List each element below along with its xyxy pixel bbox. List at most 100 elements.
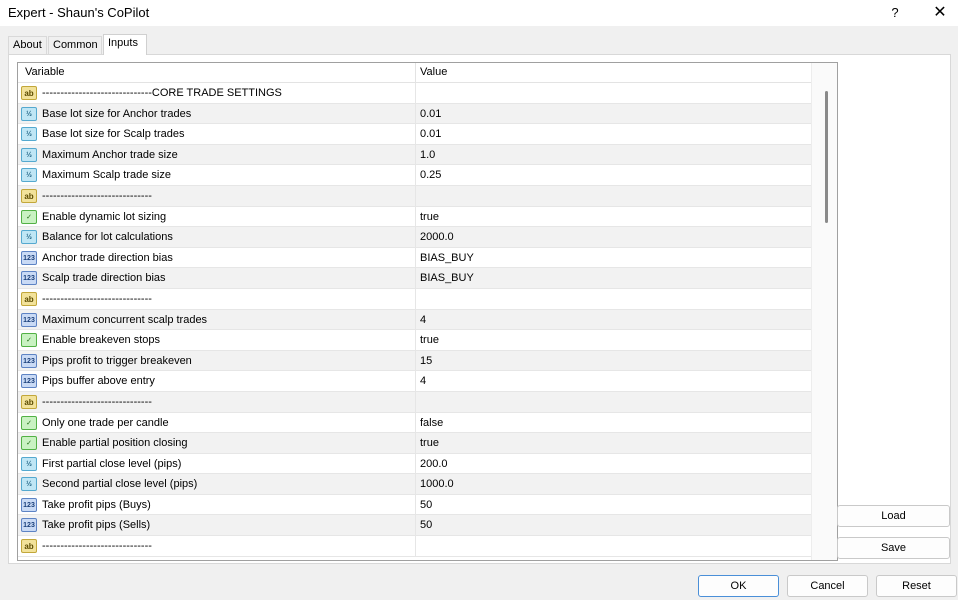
tab-inputs[interactable]: Inputs [103, 34, 147, 55]
variable-name: Only one trade per candle [42, 416, 169, 429]
column-divider [415, 330, 416, 351]
variable-name: ------------------------------ [42, 189, 152, 202]
column-divider [415, 515, 416, 536]
variable-value[interactable]: 4 [420, 375, 426, 387]
table-row[interactable]: ab ------------------------------CORE TRA… [18, 83, 811, 104]
column-divider [415, 144, 416, 165]
table-row[interactable]: ½ First partial close level (pips) 200.0 [18, 453, 811, 475]
column-divider [415, 185, 416, 206]
table-row[interactable]: ab ------------------------------ [18, 536, 811, 557]
close-icon[interactable]: ✕ [928, 2, 952, 24]
save-button[interactable]: Save [837, 537, 950, 559]
table-row[interactable]: ab ------------------------------ [18, 391, 811, 413]
inputs-grid: Variable Value ab -----------------------… [17, 62, 838, 561]
table-row[interactable]: 123 Pips profit to trigger breakeven 15 [18, 350, 811, 372]
integer-type-icon: 123 [21, 271, 37, 286]
column-divider [415, 536, 416, 557]
header-value[interactable]: Value [420, 66, 447, 78]
variable-name: Enable dynamic lot sizing [42, 210, 167, 223]
table-row[interactable]: 123 Scalp trade direction bias BIAS_BUY [18, 268, 811, 289]
column-divider [415, 227, 416, 248]
load-button[interactable]: Load [837, 505, 950, 527]
header-divider[interactable] [415, 63, 416, 83]
column-divider [415, 288, 416, 309]
variable-value[interactable]: false [420, 417, 443, 429]
column-divider [415, 124, 416, 145]
table-row[interactable]: ✓ Only one trade per candle false [18, 412, 811, 434]
column-divider [415, 268, 416, 289]
variable-value[interactable]: 0.01 [420, 128, 441, 140]
integer-type-icon: 123 [21, 250, 37, 265]
variable-value[interactable]: 4 [420, 314, 426, 326]
table-row[interactable]: ½ Base lot size for Scalp trades 0.01 [18, 124, 811, 145]
cancel-button[interactable]: Cancel [787, 575, 868, 597]
window-title: Expert - Shaun's CoPilot [8, 5, 150, 20]
string-type-icon: ab [21, 86, 37, 100]
variable-value[interactable]: 50 [420, 519, 432, 531]
integer-type-icon: 123 [21, 353, 37, 368]
variable-value[interactable]: BIAS_BUY [420, 272, 474, 284]
grid-rows: ab ------------------------------CORE TRA… [18, 83, 811, 557]
variable-value[interactable]: 15 [420, 355, 432, 367]
ok-button[interactable]: OK [698, 575, 779, 597]
integer-type-icon: 123 [21, 518, 37, 533]
variable-value[interactable]: BIAS_BUY [420, 252, 474, 264]
column-divider [415, 247, 416, 268]
variable-value[interactable]: true [420, 437, 439, 449]
table-row[interactable]: ✓ Enable breakeven stops true [18, 330, 811, 351]
table-row[interactable]: ab ------------------------------ [18, 185, 811, 207]
table-row[interactable]: ½ Base lot size for Anchor trades 0.01 [18, 103, 811, 125]
variable-value[interactable]: true [420, 211, 439, 223]
table-row[interactable]: ½ Maximum Anchor trade size 1.0 [18, 144, 811, 166]
integer-type-icon: 123 [21, 497, 37, 512]
column-divider [415, 350, 416, 371]
table-row[interactable]: ½ Second partial close level (pips) 1000.0 [18, 474, 811, 495]
reset-button[interactable]: Reset [876, 575, 957, 597]
column-divider [415, 83, 416, 103]
variable-name: Pips buffer above entry [42, 375, 155, 388]
column-divider [415, 165, 416, 186]
variable-name: Maximum Anchor trade size [42, 148, 178, 161]
variable-name: Enable breakeven stops [42, 334, 161, 347]
variable-value[interactable]: 1000.0 [420, 478, 454, 490]
table-row[interactable]: 123 Anchor trade direction bias BIAS_BUY [18, 247, 811, 269]
vertical-scrollbar[interactable] [811, 63, 837, 560]
table-row[interactable]: ½ Maximum Scalp trade size 0.25 [18, 165, 811, 186]
help-icon[interactable]: ? [884, 2, 906, 24]
table-row[interactable]: ab ------------------------------ [18, 288, 811, 310]
variable-name: Take profit pips (Sells) [42, 519, 151, 532]
column-divider [415, 103, 416, 124]
variable-value[interactable]: 0.01 [420, 108, 441, 120]
variable-name: Base lot size for Anchor trades [42, 107, 192, 120]
variable-value[interactable]: true [420, 334, 439, 346]
header-variable[interactable]: Variable [25, 66, 65, 78]
variable-name: Take profit pips (Buys) [42, 498, 151, 511]
double-type-icon: ½ [21, 477, 37, 492]
table-row[interactable]: 123 Maximum concurrent scalp trades 4 [18, 309, 811, 331]
table-row[interactable]: 123 Take profit pips (Sells) 50 [18, 515, 811, 537]
table-row[interactable]: ✓ Enable dynamic lot sizing true [18, 206, 811, 228]
scrollbar-thumb[interactable] [825, 91, 828, 223]
double-type-icon: ½ [21, 230, 37, 245]
string-type-icon: ab [21, 394, 37, 409]
tab-about[interactable]: About [8, 36, 47, 54]
column-divider [415, 494, 416, 515]
variable-value[interactable]: 50 [420, 499, 432, 511]
variable-value[interactable]: 0.25 [420, 169, 441, 181]
double-type-icon: ½ [21, 456, 37, 471]
variable-value[interactable]: 1.0 [420, 149, 435, 161]
variable-name: Maximum Scalp trade size [42, 169, 171, 182]
column-divider [415, 453, 416, 474]
tab-common[interactable]: Common [48, 36, 102, 54]
bool-type-icon: ✓ [21, 333, 37, 348]
table-row[interactable]: ½ Balance for lot calculations 2000.0 [18, 227, 811, 248]
table-row[interactable]: 123 Pips buffer above entry 4 [18, 371, 811, 392]
table-row[interactable]: ✓ Enable partial position closing true [18, 433, 811, 454]
variable-name: First partial close level (pips) [42, 457, 182, 470]
variable-name: Enable partial position closing [42, 437, 188, 450]
variable-value[interactable]: 200.0 [420, 458, 448, 470]
table-row[interactable]: 123 Take profit pips (Buys) 50 [18, 494, 811, 516]
double-type-icon: ½ [21, 127, 37, 142]
variable-name: Second partial close level (pips) [42, 478, 198, 491]
variable-value[interactable]: 2000.0 [420, 231, 454, 243]
